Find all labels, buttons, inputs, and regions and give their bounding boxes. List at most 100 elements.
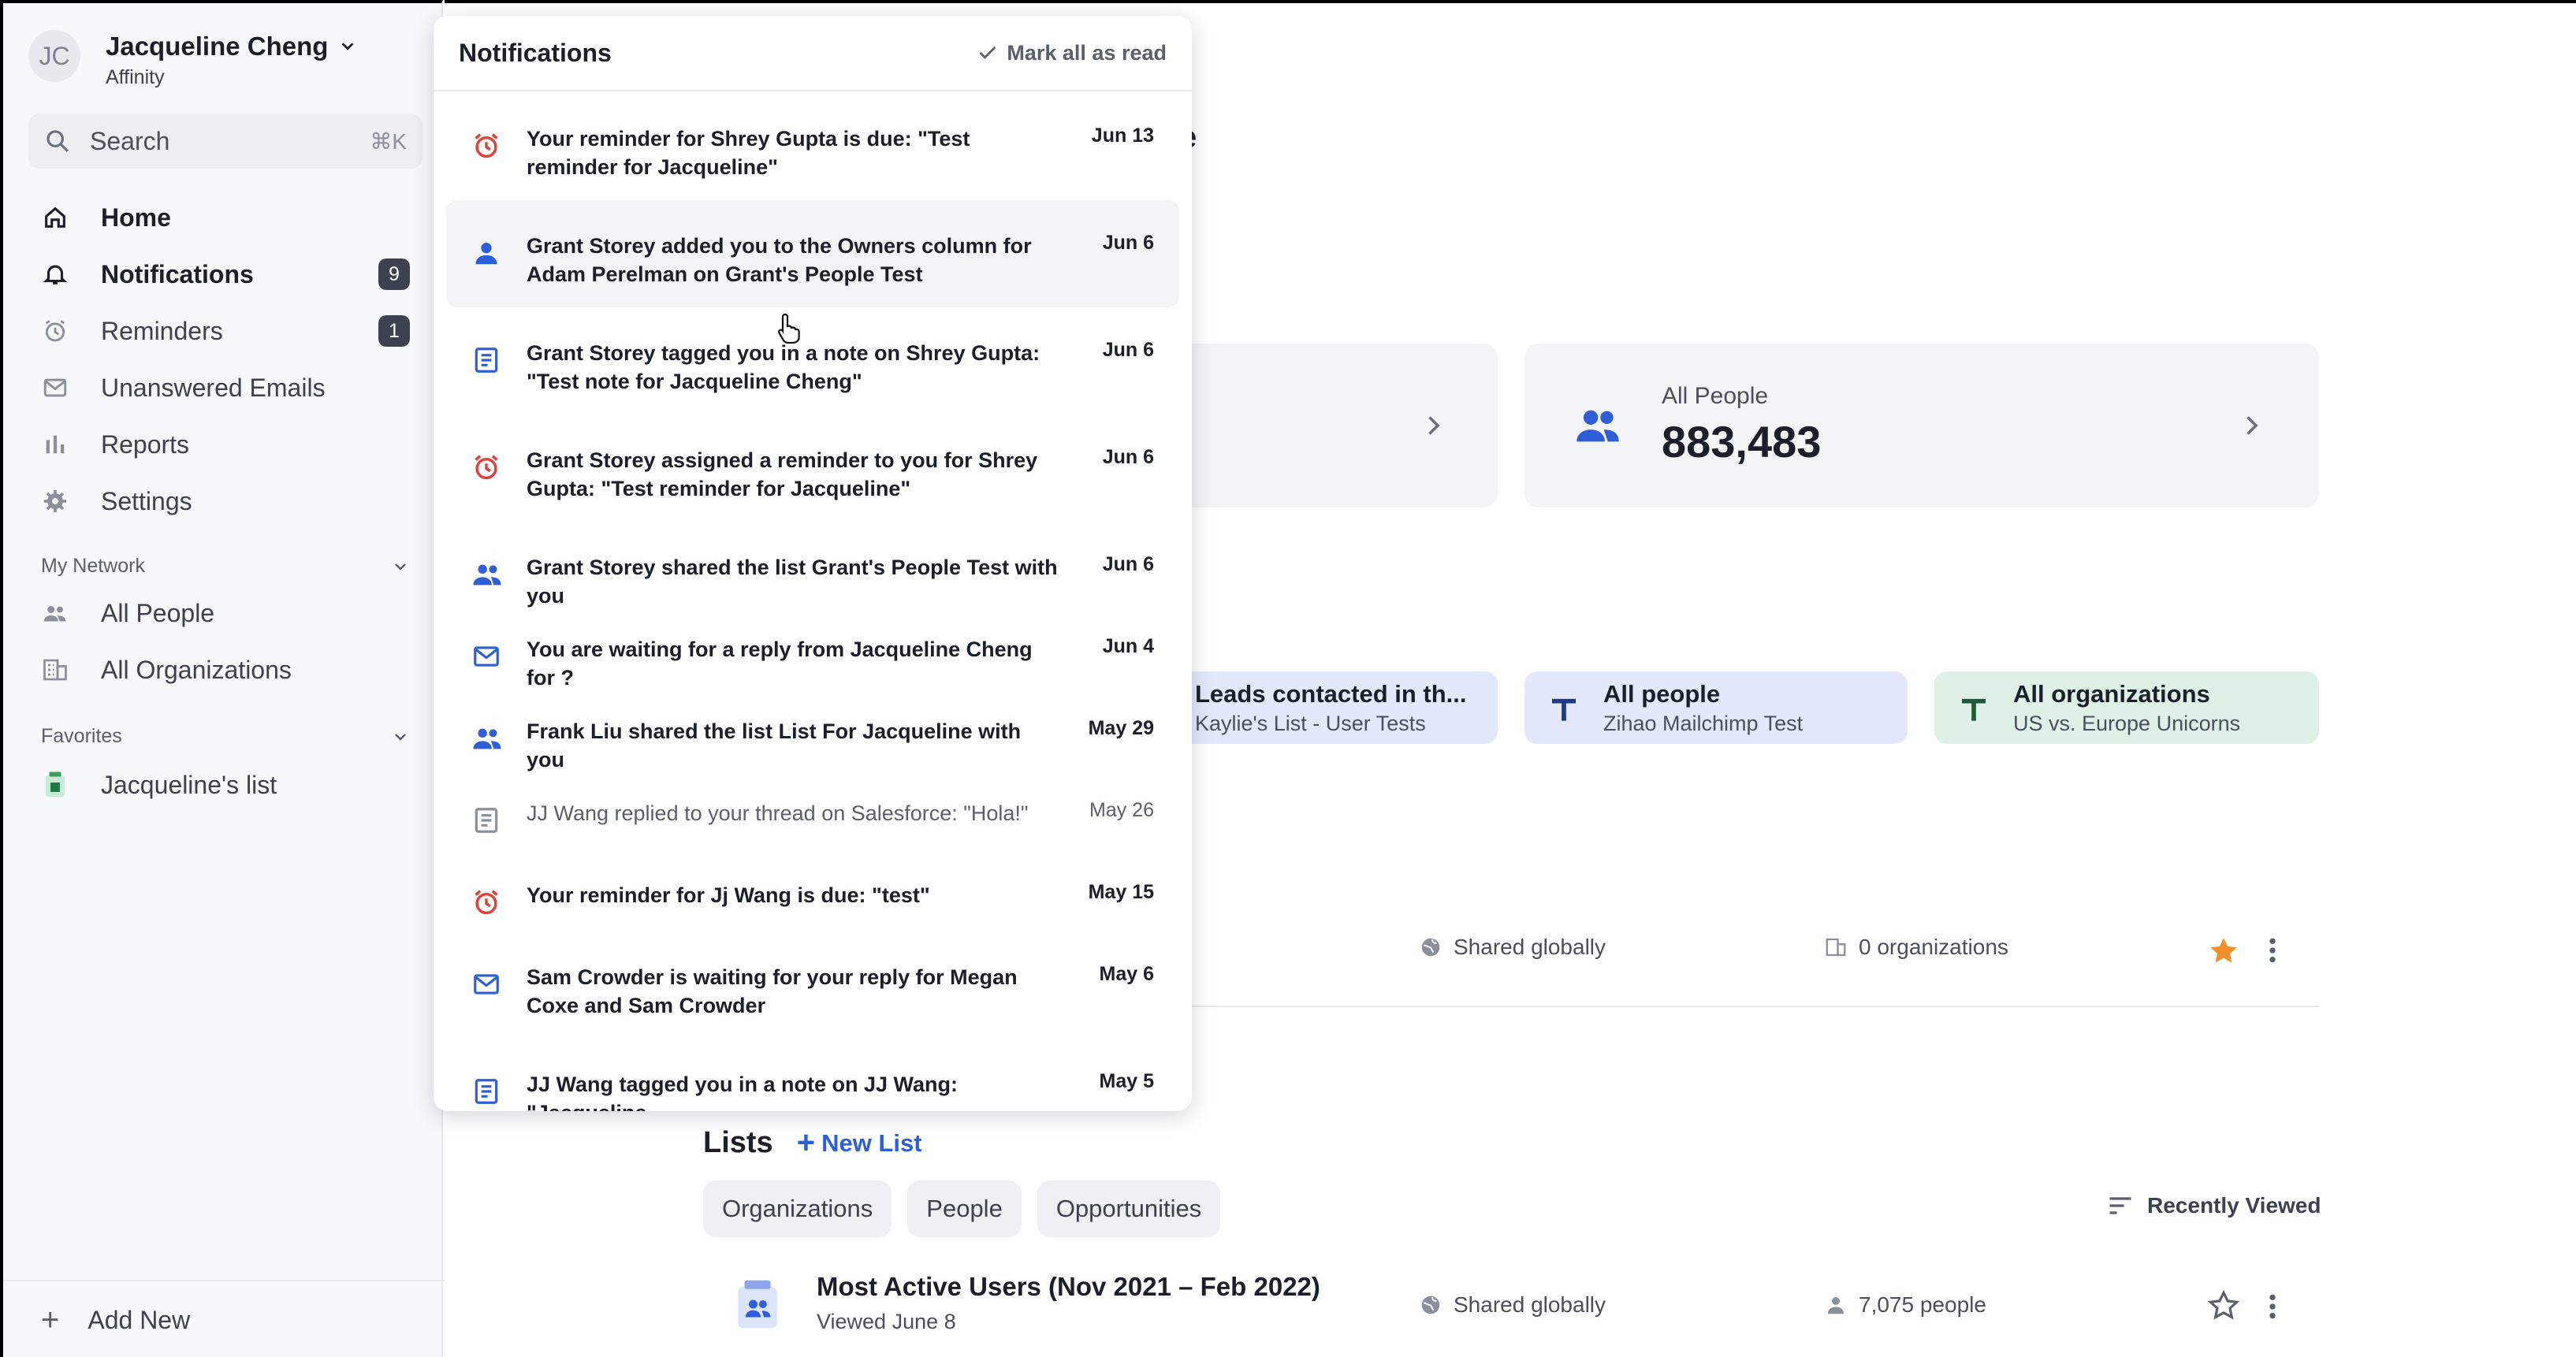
primary-nav: Home Notifications 9 Reminders 1 Unanswe… [28,189,423,530]
alarm-icon [471,887,501,917]
count-label: 7,075 people [1859,1292,1986,1317]
nav-item-reports[interactable]: Reports [28,416,423,473]
pinned-list-leads[interactable]: Leads contacted in th... Kaylie's List -… [1151,671,1498,744]
more-options-icon[interactable] [2261,1291,2284,1322]
pin-title: All organizations [2013,679,2210,708]
check-icon [980,46,996,59]
notification-date: May 26 [1089,799,1154,821]
people-icon [1576,410,1619,442]
notifications-count-badge: 9 [378,258,410,290]
people-icon [41,599,69,627]
bell-icon [41,260,69,288]
sidebar-item-jacquelines-list[interactable]: Jacqueline's list [28,757,423,813]
notification-item[interactable]: Your reminder for Jj Wang is due: "test"… [446,850,1179,931]
notification-item[interactable]: JJ Wang tagged you in a note on JJ Wang:… [446,1039,1179,1111]
my-network-header[interactable]: My Network [41,555,410,578]
star-outline-icon[interactable] [2207,1289,2240,1322]
star-filled-icon[interactable] [2207,935,2240,968]
notification-item[interactable]: You are waiting for a reply from Jacquel… [446,604,1179,690]
stat-card-hidden[interactable] [1151,344,1498,507]
nav-label: Settings [101,486,192,515]
sidebar-item-all-organizations[interactable]: All Organizations [28,641,423,698]
search-label: Search [90,126,170,155]
globe-icon [1421,938,1440,957]
favorites-header[interactable]: Favorites [41,725,410,748]
search-shortcut: ⌘K [370,128,407,154]
nav-item-reminders[interactable]: Reminders 1 [28,303,423,359]
pin-icon [1962,698,1986,721]
notification-date: May 6 [1099,963,1154,985]
list-type-tabs: Organizations People Opportunities [703,1180,1221,1237]
pin-subtitle: Kaylie's List - User Tests [1195,711,1426,735]
more-options-icon[interactable] [2261,935,2284,966]
all-people-card[interactable]: All People 883,483 [1524,344,2319,507]
nav-item-notifications[interactable]: Notifications 9 [28,246,423,303]
notification-date: Jun 6 [1102,446,1154,468]
sidebar-item-all-people[interactable]: All People [28,585,423,641]
reminders-count-badge: 1 [378,315,410,347]
pin-subtitle: Zihao Mailchimp Test [1603,711,1804,735]
list-title: Most Active Users (Nov 2021 – Feb 2022) [817,1272,1320,1301]
tab-people[interactable]: People [907,1180,1022,1237]
notification-text: Grant Storey tagged you in a note on Shr… [527,341,1040,393]
pin-title: Leads contacted in th... [1195,679,1467,708]
notification-text: Your reminder for Shrey Gupta is due: "T… [527,127,970,179]
notification-item[interactable]: Sam Crowder is waiting for your reply fo… [446,931,1179,1039]
new-list-button[interactable]: + New List [797,1125,922,1161]
alarm-icon [41,317,69,345]
notification-text: Grant Storey assigned a reminder to you … [527,448,1038,500]
tab-opportunities[interactable]: Opportunities [1037,1180,1221,1237]
plus-icon: + [796,1125,816,1160]
notification-item[interactable]: JJ Wang replied to your thread on Salesf… [446,768,1179,850]
nav-item-unanswered-emails[interactable]: Unanswered Emails [28,359,423,416]
account-switcher[interactable]: JC Jacqueline Cheng Affinity [28,30,356,89]
nav-label: All People [101,598,215,627]
avatar: JC [28,30,80,82]
mark-all-read-button[interactable]: Mark all as read [977,41,1167,65]
pin-subtitle: US vs. Europe Unicorns [2013,711,2241,735]
org-name: Affinity [106,66,165,88]
hand-cursor-icon [778,313,800,344]
globe-icon [1421,1296,1440,1314]
pin-title: All people [1603,679,1721,708]
notification-item[interactable]: Grant Storey assigned a reminder to you … [446,415,1179,522]
notification-date: May 29 [1088,717,1154,739]
notification-item[interactable]: Grant Storey tagged you in a note on Shr… [446,307,1179,415]
section-title: Lists [703,1126,773,1159]
chevron-down-icon [342,43,354,50]
nav-item-home[interactable]: Home [28,189,423,246]
plus-icon: + [41,1302,60,1337]
person-icon [471,238,501,268]
add-new-button[interactable]: + Add New [3,1280,445,1357]
user-name: Jacqueline Cheng [106,32,329,61]
mail-icon [471,641,501,671]
notification-text: You are waiting for a reply from Jacquel… [527,638,1033,690]
building-icon [41,656,69,684]
notification-date: Jun 6 [1102,339,1154,361]
notification-item[interactable]: Grant Storey added you to the Owners col… [446,200,1179,307]
people-list-icon [738,1280,777,1329]
notification-item[interactable]: Frank Liu shared the list List For Jacqu… [446,686,1179,771]
nav-item-settings[interactable]: Settings [28,473,423,530]
favorites-list: Jacqueline's list [28,757,423,813]
pinned-list-all-people[interactable]: All people Zihao Mailchimp Test [1524,671,1908,744]
note-icon [471,345,501,375]
notification-text: JJ Wang tagged you in a note on JJ Wang:… [527,1073,959,1111]
sort-label: Recently Viewed [2147,1193,2321,1218]
notification-list: Your reminder for Shrey Gupta is due: "T… [446,93,1179,1111]
building-icon [1826,938,1846,957]
sort-dropdown[interactable]: Recently Viewed [2106,1193,2321,1218]
bar-chart-icon [41,430,69,459]
tab-organizations[interactable]: Organizations [703,1180,892,1237]
pinned-list-all-organizations[interactable]: All organizations US vs. Europe Unicorns [1934,671,2319,744]
note-icon [471,1076,501,1106]
note-icon [471,805,501,835]
person-icon [1828,1297,1844,1314]
notification-item[interactable]: Grant Storey shared the list Grant's Peo… [446,522,1179,608]
notification-text: JJ Wang replied to your thread on Salesf… [527,801,1029,825]
notification-item[interactable]: Your reminder for Shrey Gupta is due: "T… [446,93,1179,200]
my-network-list: All People All Organizations [28,585,423,698]
notification-text: Your reminder for Jj Wang is due: "test" [527,883,930,907]
search-input[interactable]: Search ⌘K [28,113,423,169]
stat-label: All People [1662,383,1769,409]
